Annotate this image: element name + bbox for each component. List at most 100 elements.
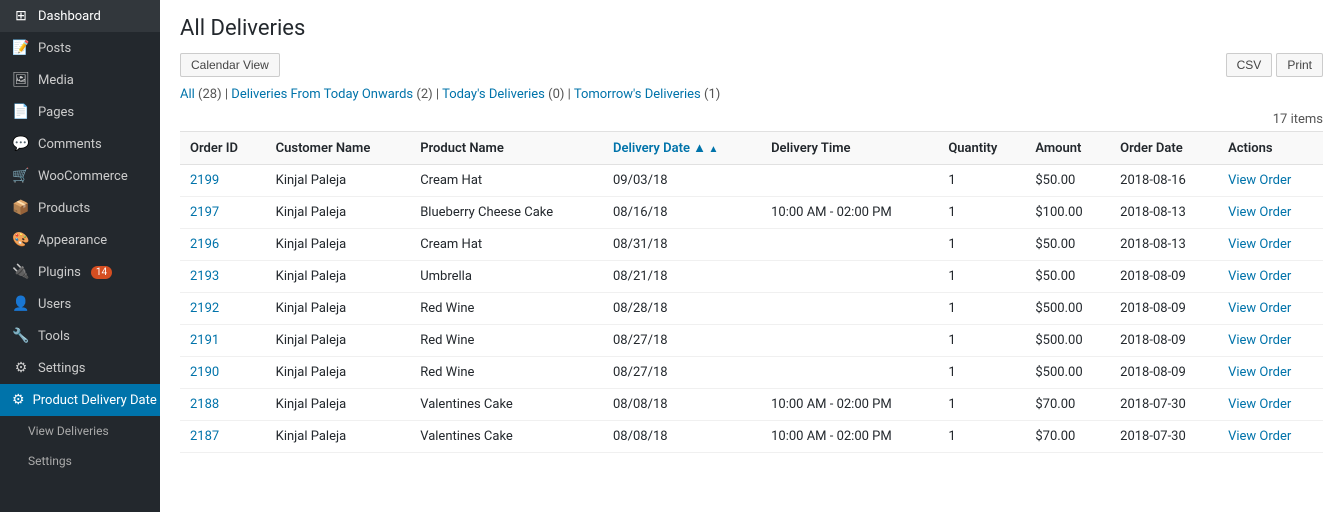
sidebar-item-posts[interactable]: 📝Posts: [0, 32, 160, 64]
sidebar-item-label: Pages: [38, 105, 74, 120]
cell-amount: $500.00: [1025, 357, 1110, 389]
cell-order_date: 2018-08-09: [1110, 261, 1218, 293]
filter-today[interactable]: Today's Deliveries: [442, 87, 545, 102]
cell-amount: $100.00: [1025, 197, 1110, 229]
cell-quantity: 1: [938, 325, 1025, 357]
tools-icon: 🔧: [12, 328, 30, 344]
cell-order_id[interactable]: 2197: [180, 197, 266, 229]
col-delivery-date[interactable]: Delivery Date ▲: [603, 132, 761, 165]
cell-customer_name: Kinjal Paleja: [266, 165, 411, 197]
sidebar-item-view-deliveries[interactable]: View Deliveries: [0, 416, 160, 446]
filter-all-count: (28): [198, 87, 222, 102]
sidebar-item-pages[interactable]: 📄 Pages: [0, 96, 160, 128]
cell-order_date: 2018-07-30: [1110, 421, 1218, 453]
calendar-view-button[interactable]: Calendar View: [180, 53, 280, 77]
cell-delivery_time: 10:00 AM - 02:00 PM: [761, 197, 938, 229]
cell-delivery_date: 08/08/18: [603, 421, 761, 453]
cell-action[interactable]: View Order: [1218, 421, 1323, 453]
sidebar-item-label: Product Delivery Date: [33, 393, 157, 408]
cell-action[interactable]: View Order: [1218, 261, 1323, 293]
cell-action[interactable]: View Order: [1218, 165, 1323, 197]
cell-product_name: Umbrella: [410, 261, 603, 293]
cell-order_id[interactable]: 2192: [180, 293, 266, 325]
sidebar-item-products[interactable]: 📦Products: [0, 192, 160, 224]
cell-quantity: 1: [938, 293, 1025, 325]
cell-product_name: Cream Hat: [410, 165, 603, 197]
sidebar-item-label: Plugins: [38, 265, 81, 280]
cell-product_name: Valentines Cake: [410, 389, 603, 421]
cell-delivery_time: 10:00 AM - 02:00 PM: [761, 389, 938, 421]
cell-order_id[interactable]: 2190: [180, 357, 266, 389]
cell-order_id[interactable]: 2196: [180, 229, 266, 261]
col-quantity: Quantity: [938, 132, 1025, 165]
cell-delivery_date: 08/27/18: [603, 325, 761, 357]
sidebar-item-appearance[interactable]: 🎨Appearance: [0, 224, 160, 256]
col-product-name: Product Name: [410, 132, 603, 165]
cell-amount: $500.00: [1025, 325, 1110, 357]
sidebar-item-settings[interactable]: ⚙Settings: [0, 352, 160, 384]
table-row: 2199Kinjal PalejaCream Hat09/03/181$50.0…: [180, 165, 1323, 197]
sidebar-item-label: Media: [38, 73, 74, 88]
cell-delivery_time: 10:00 AM - 02:00 PM: [761, 421, 938, 453]
cell-delivery_date: 09/03/18: [603, 165, 761, 197]
sidebar-item-woocommerce[interactable]: 🛒WooCommerce: [0, 160, 160, 192]
cell-action[interactable]: View Order: [1218, 389, 1323, 421]
plugins-icon: 🔌: [12, 264, 30, 280]
sidebar-item-dashboard[interactable]: ⊞Dashboard: [0, 0, 160, 32]
table-row: 2190Kinjal PalejaRed Wine08/27/181$500.0…: [180, 357, 1323, 389]
sidebar-item-plugins[interactable]: 🔌Plugins14: [0, 256, 160, 288]
sidebar-item-label: Settings: [28, 454, 72, 468]
cell-order_id[interactable]: 2188: [180, 389, 266, 421]
filter-links: All (28) | Deliveries From Today Onwards…: [180, 87, 1323, 102]
cell-quantity: 1: [938, 229, 1025, 261]
col-amount: Amount: [1025, 132, 1110, 165]
sidebar-item-product-delivery-date[interactable]: ⚙Product Delivery Date: [0, 384, 160, 416]
filter-today-count: (0): [548, 87, 564, 102]
sidebar-item-tools[interactable]: 🔧Tools: [0, 320, 160, 352]
woocommerce-icon: 🛒: [12, 168, 30, 184]
sidebar-item-label: Appearance: [38, 233, 107, 248]
cell-action[interactable]: View Order: [1218, 357, 1323, 389]
filter-all[interactable]: All: [180, 87, 195, 102]
filter-tomorrow-count: (1): [704, 87, 720, 102]
sidebar-item-users[interactable]: 👤Users: [0, 288, 160, 320]
filter-from-today[interactable]: Deliveries From Today Onwards: [231, 87, 413, 102]
cell-order_id[interactable]: 2191: [180, 325, 266, 357]
posts-icon: 📝: [12, 40, 30, 56]
csv-button[interactable]: CSV: [1226, 53, 1273, 77]
cell-order_id[interactable]: 2199: [180, 165, 266, 197]
cell-action[interactable]: View Order: [1218, 325, 1323, 357]
cell-customer_name: Kinjal Paleja: [266, 229, 411, 261]
cell-product_name: Red Wine: [410, 357, 603, 389]
cell-order_id[interactable]: 2193: [180, 261, 266, 293]
cell-delivery_time: [761, 293, 938, 325]
toolbar-right: CSV Print: [1226, 53, 1323, 77]
cell-quantity: 1: [938, 165, 1025, 197]
sidebar-item-label: Dashboard: [38, 9, 101, 24]
col-customer-name: Customer Name: [266, 132, 411, 165]
filter-from-today-count: (2): [416, 87, 432, 102]
toolbar-left: Calendar View: [180, 53, 280, 77]
sidebar-item-comments[interactable]: 💬Comments: [0, 128, 160, 160]
col-order-date: Order Date: [1110, 132, 1218, 165]
cell-delivery_date: 08/31/18: [603, 229, 761, 261]
cell-action[interactable]: View Order: [1218, 293, 1323, 325]
cell-order_id[interactable]: 2187: [180, 421, 266, 453]
cell-quantity: 1: [938, 357, 1025, 389]
cell-action[interactable]: View Order: [1218, 229, 1323, 261]
col-actions: Actions: [1218, 132, 1323, 165]
print-button[interactable]: Print: [1276, 53, 1323, 77]
deliveries-table: Order IDCustomer NameProduct NameDeliver…: [180, 131, 1323, 453]
cell-customer_name: Kinjal Paleja: [266, 197, 411, 229]
products-icon: 📦: [12, 200, 30, 216]
filter-tomorrow[interactable]: Tomorrow's Deliveries: [574, 87, 701, 102]
cell-customer_name: Kinjal Paleja: [266, 389, 411, 421]
cell-action[interactable]: View Order: [1218, 197, 1323, 229]
pages-icon: 📄: [12, 104, 30, 120]
table-row: 2197Kinjal PalejaBlueberry Cheese Cake08…: [180, 197, 1323, 229]
sidebar-item-sub-settings[interactable]: Settings: [0, 446, 160, 476]
cell-delivery_time: [761, 229, 938, 261]
sidebar-item-media[interactable]: 🖼Media: [0, 64, 160, 96]
cell-customer_name: Kinjal Paleja: [266, 293, 411, 325]
cell-product_name: Red Wine: [410, 293, 603, 325]
